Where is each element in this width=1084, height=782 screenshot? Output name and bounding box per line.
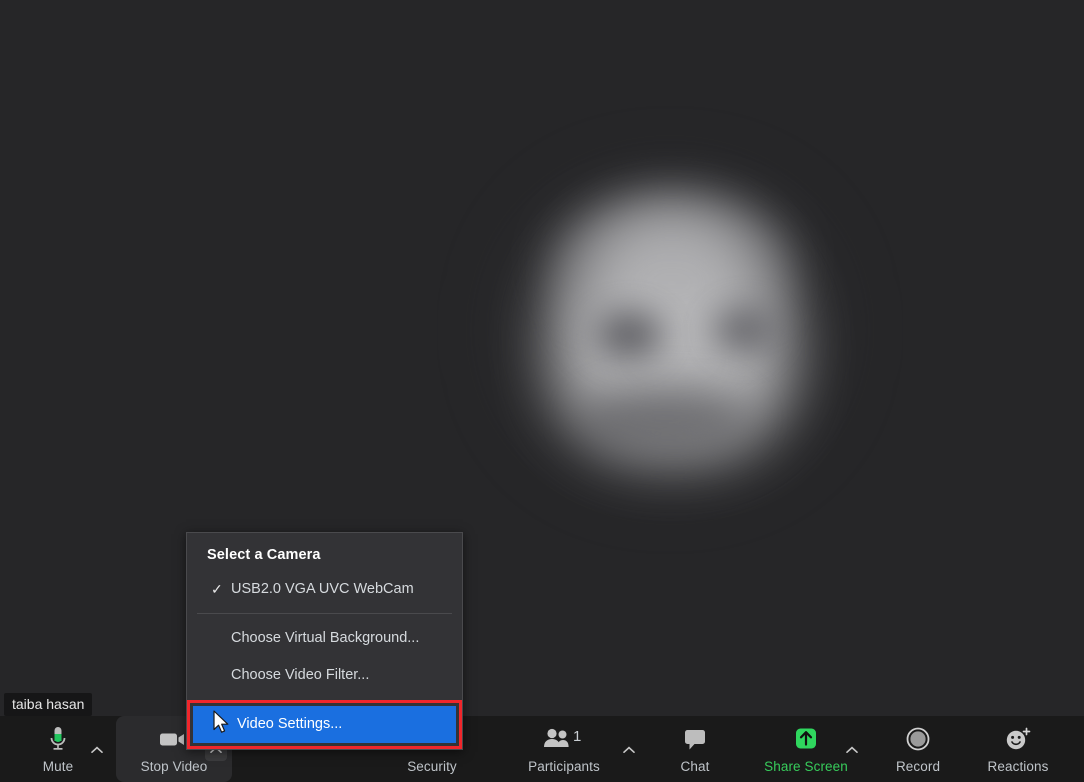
chat-bubble-icon [682,724,708,754]
toolbar-button-mute[interactable]: Mute [24,716,92,782]
zoom-meeting-window: taiba hasan Mute Stop Video Security 1 P… [0,0,1084,782]
microphone-icon [47,724,69,754]
toolbar-label-chat: Chat [680,759,710,774]
menu-item-label-camera: USB2.0 VGA UVC WebCam [231,581,414,597]
meeting-toolbar: Mute Stop Video Security 1 Participants … [0,716,1084,782]
chevron-up-icon-share-options[interactable] [841,739,863,761]
toolbar-label-record: Record [895,759,941,774]
blurred-person-eye-right [714,308,776,352]
smiley-plus-icon [1004,724,1032,754]
chevron-up-icon-participants-options[interactable] [618,739,640,761]
chevron-up-icon-audio-options[interactable] [86,739,108,761]
self-name-label: taiba hasan [4,693,93,716]
menu-item-label-virtual-background: Choose Virtual Background... [231,630,420,646]
share-arrow-icon [791,724,821,754]
menu-item-label-video-filter: Choose Video Filter... [231,667,370,683]
menu-item-label-video-settings: Video Settings... [237,716,343,732]
check-icon: ✓ [211,581,223,597]
toolbar-label-security: Security [407,759,457,774]
toolbar-button-participants[interactable]: 1 Participants [516,716,612,782]
menu-item-camera-usb20-vga-uvc-webcam[interactable]: ✓ USB2.0 VGA UVC WebCam [187,571,462,605]
record-circle-icon [905,724,931,754]
people-icon: 1 [541,724,587,754]
toolbar-button-chat[interactable]: Chat [666,716,724,782]
toolbar-label-stop-video: Stop Video [140,759,208,774]
toolbar-button-record[interactable]: Record [888,716,948,782]
menu-item-video-settings[interactable]: Video Settings... [193,706,456,743]
video-stage [0,0,1084,716]
toolbar-button-share-screen[interactable]: Share Screen [758,716,854,782]
menu-separator [197,613,452,614]
toolbar-label-reactions: Reactions [987,759,1049,774]
menu-header-select-camera: Select a Camera [207,547,321,563]
blurred-person-shadow [580,388,750,448]
toolbar-label-share-screen: Share Screen [764,759,848,774]
menu-item-choose-virtual-background[interactable]: Choose Virtual Background... [187,620,462,657]
annotation-highlight-box: Video Settings... [187,700,462,749]
self-video-tile[interactable] [0,0,1084,716]
participants-count-text: 1 [573,728,581,745]
toolbar-label-mute: Mute [42,759,74,774]
blurred-person-eye-left [596,312,662,358]
toolbar-button-reactions[interactable]: Reactions [978,716,1058,782]
toolbar-label-participants: Participants [528,759,600,774]
menu-item-choose-video-filter[interactable]: Choose Video Filter... [187,657,462,694]
video-options-menu: Select a Camera ✓ USB2.0 VGA UVC WebCam … [186,532,463,750]
